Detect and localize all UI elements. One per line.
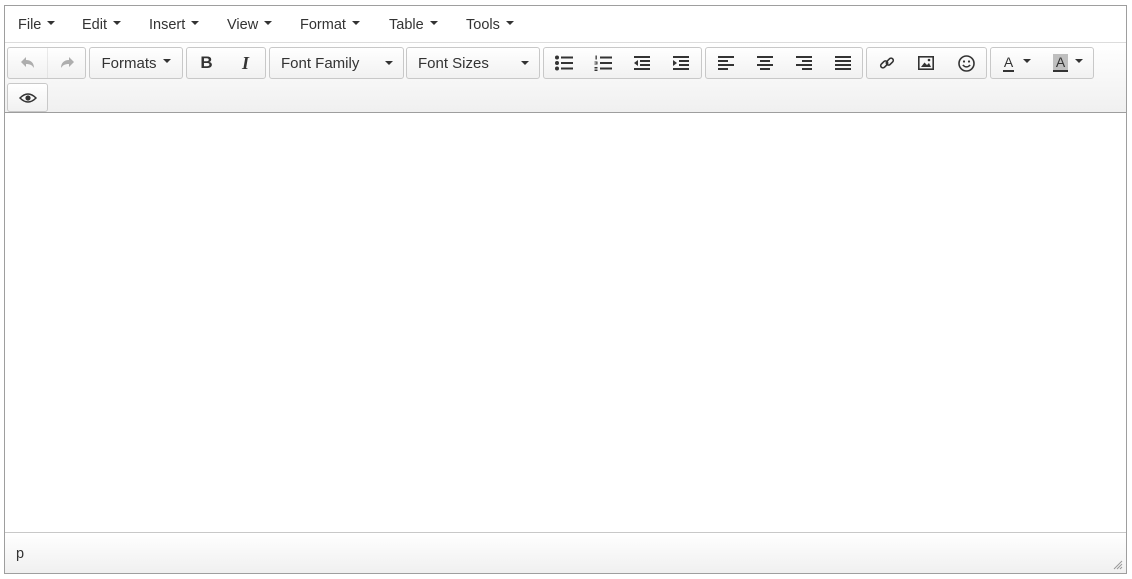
background-color-icon: A (1052, 54, 1069, 72)
menu-format[interactable]: Format (300, 6, 360, 43)
bold-button[interactable]: B (187, 48, 226, 78)
element-path[interactable]: p (16, 533, 24, 575)
text-color-button[interactable]: A (991, 48, 1043, 78)
indent-button[interactable] (661, 48, 701, 78)
menu-edit-label: Edit (82, 17, 107, 33)
editor-content-area[interactable] (5, 113, 1126, 533)
menu-table-label: Table (389, 17, 424, 33)
align-center-icon (756, 56, 773, 70)
style-group: B I (186, 47, 266, 79)
indent-icon (673, 56, 689, 70)
background-color-button[interactable]: A (1043, 48, 1093, 78)
chevron-down-icon (47, 21, 56, 26)
outdent-icon (633, 56, 650, 70)
menu-insert[interactable]: Insert (149, 6, 200, 43)
chevron-down-icon (264, 21, 273, 26)
align-center-button[interactable] (745, 48, 784, 78)
font-sizes-label: Font Sizes (418, 54, 489, 72)
chevron-down-icon (1023, 59, 1032, 63)
undo-button[interactable] (8, 48, 47, 78)
redo-button[interactable] (47, 48, 86, 78)
outdent-button[interactable] (622, 48, 661, 78)
menu-format-label: Format (300, 17, 346, 33)
toolbar: Formats B I Font Family Font Sizes A A (5, 43, 1126, 113)
resize-handle-icon[interactable] (1113, 560, 1123, 570)
numbered-list-icon (594, 55, 612, 71)
align-left-icon (717, 56, 734, 70)
insert-group (866, 47, 987, 79)
menu-tools[interactable]: Tools (466, 6, 514, 43)
chevron-down-icon (429, 21, 438, 26)
formats-group: Formats (89, 47, 183, 79)
align-right-icon (795, 56, 812, 70)
chevron-down-icon (521, 61, 529, 65)
formats-dropdown[interactable]: Formats (90, 48, 182, 78)
bullet-list-button[interactable] (544, 48, 583, 78)
font-sizes-group: Font Sizes (406, 47, 540, 79)
smiley-icon (957, 54, 975, 72)
align-justify-icon (834, 56, 851, 70)
bullet-list-icon (554, 55, 573, 71)
menu-view[interactable]: View (227, 6, 273, 43)
image-button[interactable] (906, 48, 946, 78)
menu-file[interactable]: File (18, 6, 56, 43)
font-family-group: Font Family (269, 47, 404, 79)
emoticons-button[interactable] (946, 48, 986, 78)
font-sizes-dropdown[interactable]: Font Sizes (407, 48, 539, 78)
link-icon (879, 57, 894, 69)
eye-icon (18, 92, 37, 103)
chevron-down-icon (505, 21, 514, 26)
chevron-down-icon (1075, 59, 1084, 63)
menubar: File Edit Insert View Format Table Tools (5, 6, 1126, 43)
align-right-button[interactable] (784, 48, 823, 78)
history-group (7, 47, 86, 79)
menu-insert-label: Insert (149, 17, 186, 33)
link-button[interactable] (867, 48, 906, 78)
color-group: A A (990, 47, 1094, 79)
chevron-down-icon (351, 21, 360, 26)
chevron-down-icon (162, 59, 171, 63)
align-left-button[interactable] (706, 48, 745, 78)
align-group (705, 47, 863, 79)
text-color-icon: A (1002, 53, 1015, 72)
menu-table[interactable]: Table (389, 6, 438, 43)
menu-tools-label: Tools (466, 17, 500, 33)
menu-view-label: View (227, 17, 259, 33)
undo-icon (20, 57, 34, 68)
formats-label: Formats (101, 54, 157, 72)
menu-file-label: File (18, 17, 42, 33)
rich-text-editor: File Edit Insert View Format Table Tools… (4, 5, 1127, 574)
image-icon (918, 56, 934, 70)
chevron-down-icon (191, 21, 200, 26)
italic-button[interactable]: I (226, 48, 265, 78)
menu-edit[interactable]: Edit (82, 6, 121, 43)
font-family-label: Font Family (281, 54, 360, 72)
list-group (543, 47, 702, 79)
align-justify-button[interactable] (823, 48, 862, 78)
chevron-down-icon (385, 61, 393, 65)
chevron-down-icon (113, 21, 121, 26)
numbered-list-button[interactable] (583, 48, 622, 78)
redo-icon (61, 57, 74, 68)
statusbar: p (5, 532, 1126, 573)
preview-group (7, 83, 48, 112)
preview-button[interactable] (8, 84, 47, 111)
font-family-dropdown[interactable]: Font Family (270, 48, 403, 78)
